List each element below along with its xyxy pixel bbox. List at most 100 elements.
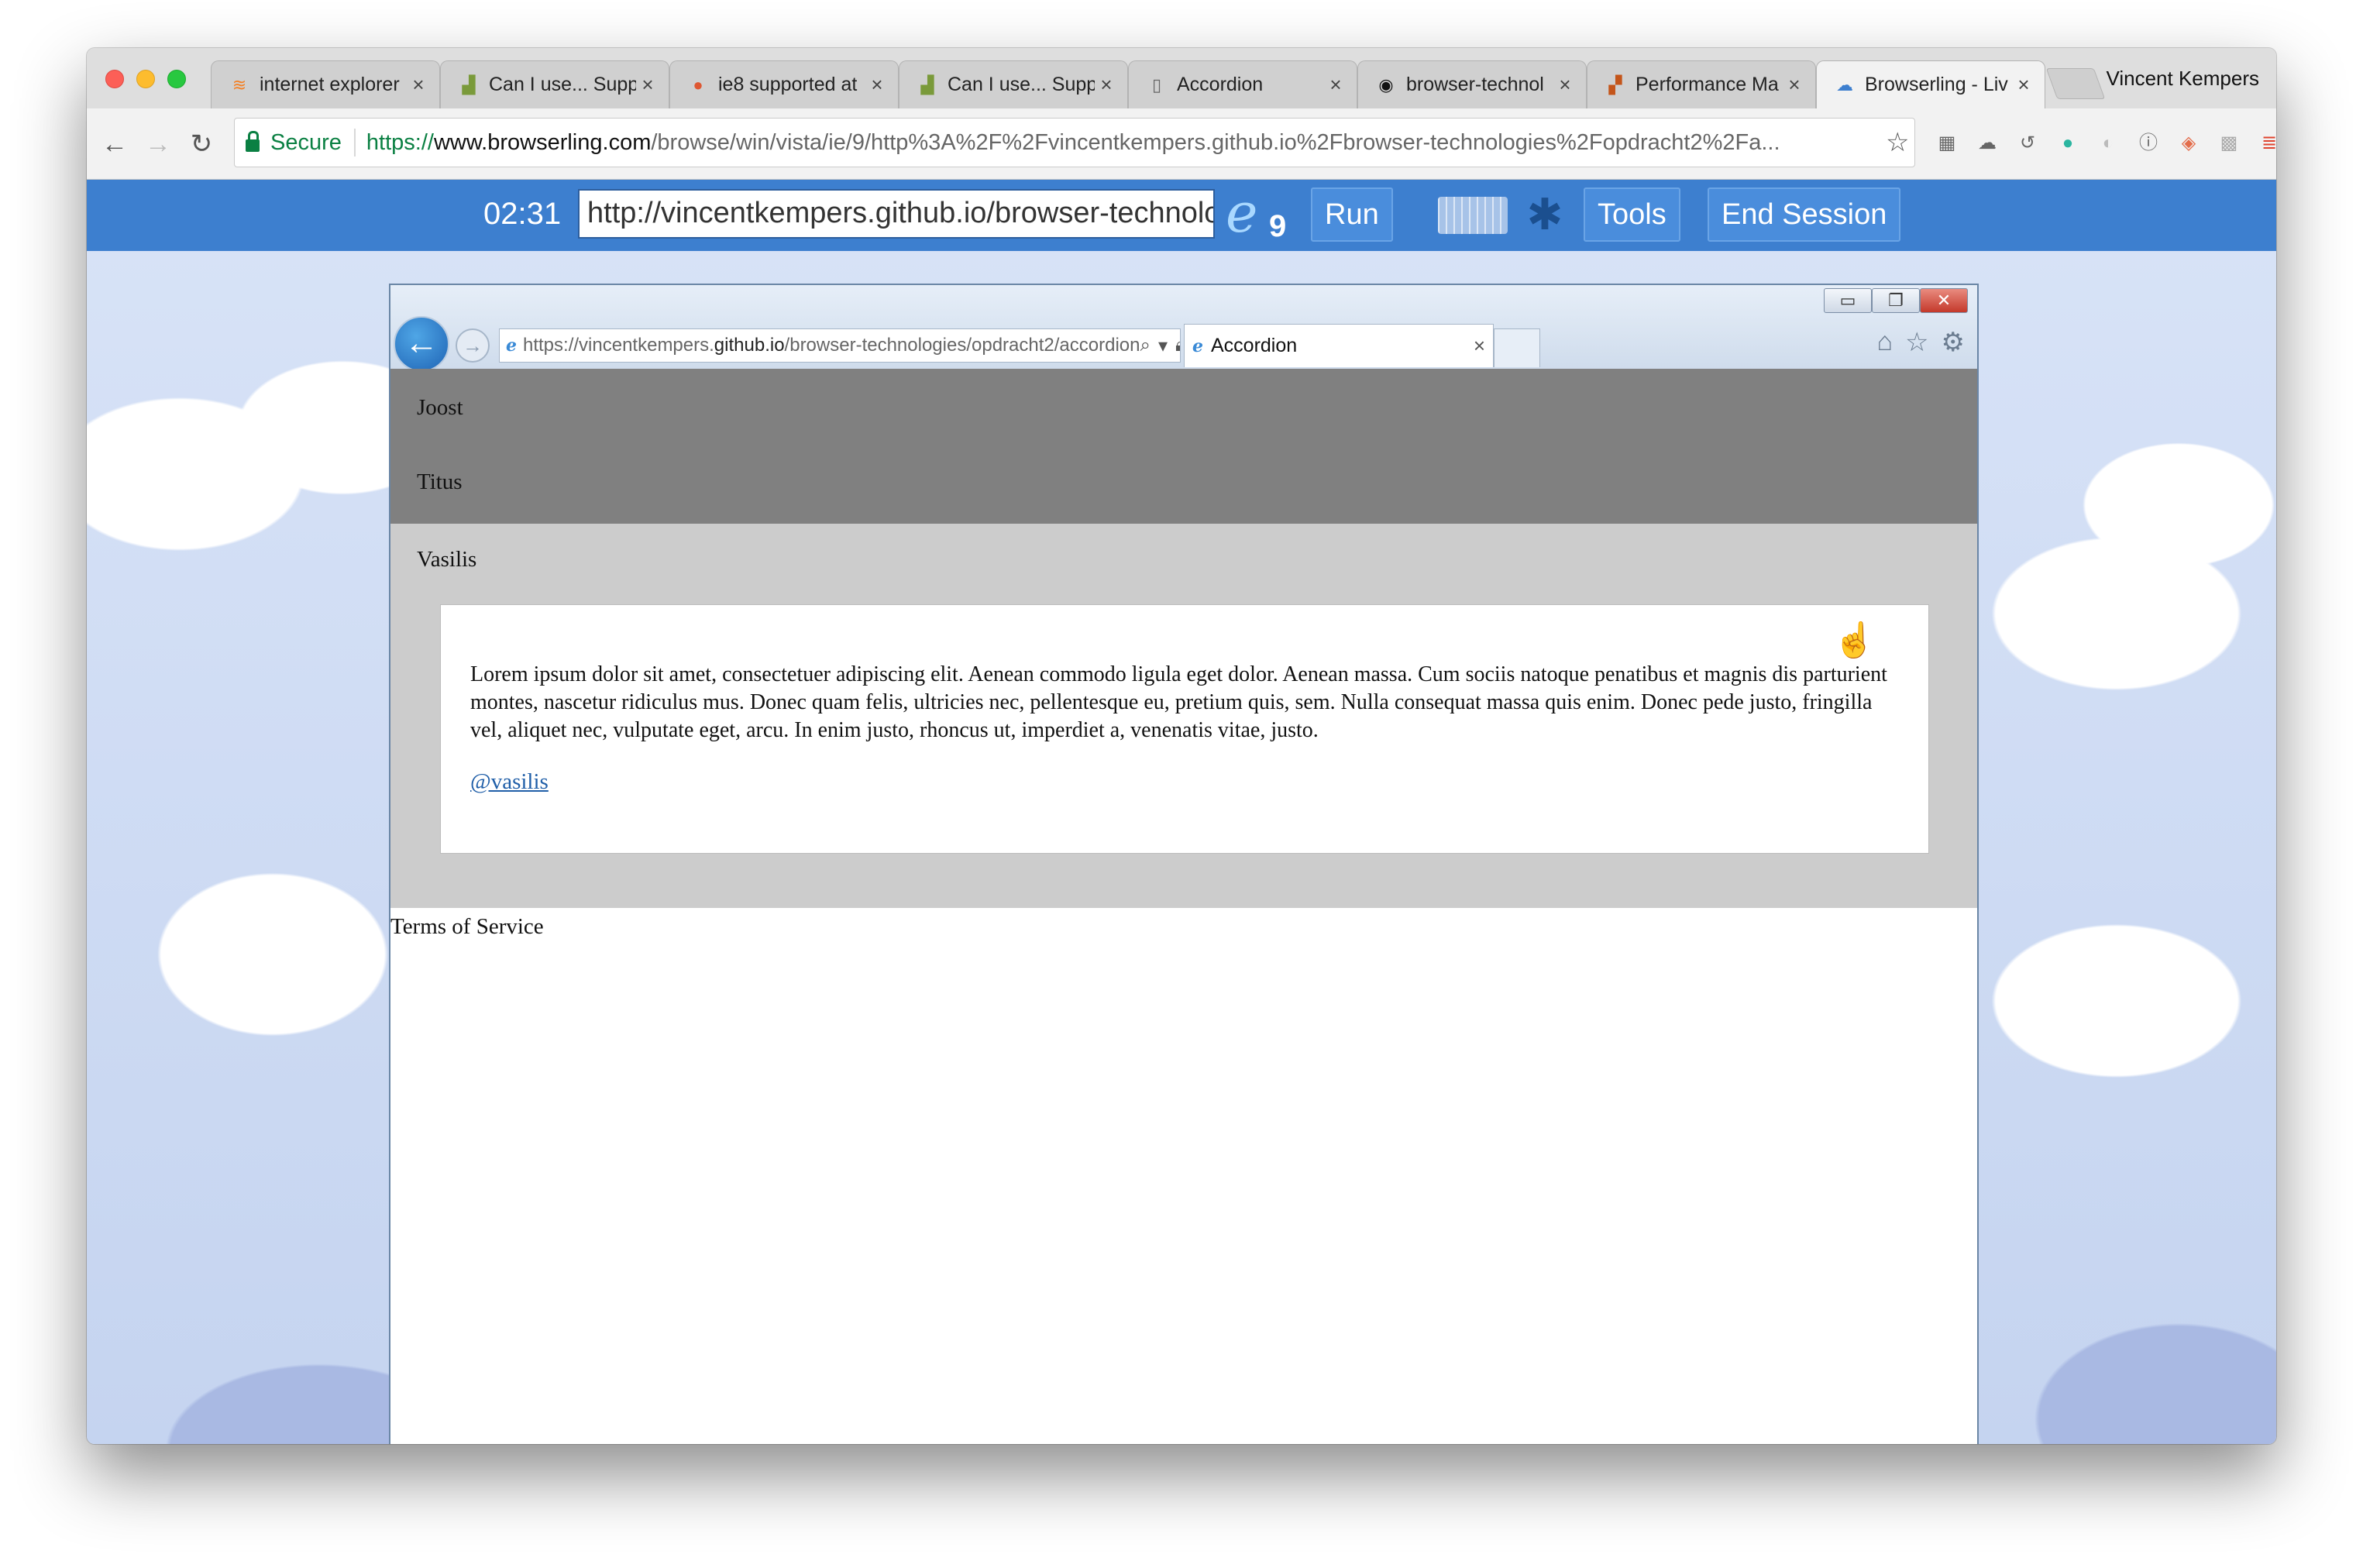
profile-name[interactable]: Vincent Kempers	[2106, 67, 2259, 91]
keyboard-icon[interactable]	[1438, 197, 1508, 234]
caniuse-icon: ▟	[920, 74, 934, 95]
document-icon: ▯	[1151, 74, 1162, 95]
tab-title: Performance Ma	[1636, 74, 1779, 95]
browser-tab[interactable]: ▯ Accordion ×	[1128, 60, 1357, 108]
extension-icon[interactable]: ●	[2055, 130, 2081, 156]
close-tab-icon[interactable]: ×	[1553, 73, 1577, 97]
github-icon: ◉	[1378, 74, 1394, 95]
tab-title: Can I use... Supp	[489, 74, 636, 95]
hand-cursor-icon: ☝	[1833, 621, 1876, 659]
ie-restore-button[interactable]: ❐	[1872, 288, 1920, 313]
close-tab-icon[interactable]: ×	[407, 73, 430, 97]
accordion-item-label: Vasilis	[417, 547, 477, 572]
ie-forward-icon[interactable]: →	[456, 328, 490, 363]
close-tab-icon[interactable]: ×	[2012, 73, 2035, 97]
minimize-window-button[interactable]	[136, 70, 155, 88]
maximize-window-button[interactable]	[167, 70, 186, 88]
ie-minimize-button[interactable]: ▭	[1824, 288, 1872, 313]
ie-window: ▭ ❐ ✕ ← → e https:// vincentkempers. git…	[389, 284, 1979, 1444]
extension-icon[interactable]: ▩	[2216, 130, 2242, 156]
run-button[interactable]: Run	[1311, 187, 1393, 242]
browser-toolbar: ← → ↻ Secure https:// www.browserling.co…	[87, 108, 2276, 180]
cloud-icon[interactable]: ☁	[1974, 130, 2000, 156]
bug-icon[interactable]: ✱	[1522, 189, 1568, 240]
browser-tab[interactable]: ▟ Can I use... Supp ×	[899, 60, 1128, 108]
browser-tab[interactable]: ◉ browser-technol ×	[1357, 60, 1587, 108]
vasilis-link[interactable]: @vasilis	[470, 769, 549, 795]
browserling-icon: ☁	[1836, 74, 1853, 95]
tab-title: browser-technol	[1406, 74, 1544, 95]
ie-address-icons: ⌕ ▾ 🔒︎ ↻	[1140, 335, 1180, 357]
browser-tab[interactable]: ● ie8 supported at ×	[669, 60, 899, 108]
info-icon[interactable]: ⓘ	[2135, 130, 2162, 156]
forward-arrow-icon[interactable]: →	[141, 127, 175, 161]
browser-tab[interactable]: ▟ Can I use... Supp ×	[440, 60, 669, 108]
close-window-button[interactable]	[105, 70, 124, 88]
lock-icon	[246, 131, 260, 152]
ie-page-icon: e	[1192, 335, 1203, 356]
tools-button[interactable]: Tools	[1584, 187, 1680, 242]
ie-tab-title: Accordion	[1211, 335, 1298, 356]
accordion-item-label: Titus	[417, 469, 463, 494]
duckduckgo-icon: ●	[693, 74, 703, 95]
ie-tool-icons: ⌂ ☆ ⚙	[1876, 327, 1965, 358]
extension-icon[interactable]: ◐	[2095, 130, 2121, 156]
accordion-item-titus[interactable]: Titus	[390, 443, 1977, 524]
browserling-url-input[interactable]: http://vincentkempers.github.io/browser-…	[578, 189, 1215, 239]
reload-icon[interactable]: ↻	[184, 127, 218, 161]
url-host: www.browserling.com	[433, 129, 652, 155]
extension-icon[interactable]: ≣	[2256, 130, 2276, 156]
accordion-panel: Lorem ipsum dolor sit amet, consectetuer…	[440, 604, 1929, 854]
accordion-item-vasilis[interactable]: Vasilis Lorem ipsum dolor sit amet, cons…	[390, 524, 1977, 908]
ie-close-button[interactable]: ✕	[1920, 288, 1968, 313]
ie-back-icon[interactable]: ←	[394, 316, 449, 372]
url-scheme: https://	[366, 129, 434, 155]
caniuse-icon: ▟	[462, 74, 476, 95]
secure-label: Secure	[270, 129, 342, 155]
end-session-button[interactable]: End Session	[1708, 187, 1901, 242]
terms-of-service-link[interactable]: Terms of Service	[390, 914, 544, 940]
accordion-item-joost[interactable]: Joost	[390, 369, 1977, 449]
ie-e-glyph: e	[1226, 181, 1258, 245]
browser-tab[interactable]: ≋ internet explorer ×	[211, 60, 440, 108]
ie-url-host-pre: vincentkempers.	[579, 335, 714, 356]
close-tab-icon[interactable]: ×	[1324, 73, 1347, 97]
chevron-down-icon[interactable]: ▾	[1158, 335, 1168, 357]
ie-address-bar[interactable]: e https:// vincentkempers. github.io /br…	[499, 328, 1181, 363]
gear-icon[interactable]: ⚙	[1942, 327, 1965, 358]
mdn-icon: ▞	[1608, 74, 1622, 95]
browserling-page: 02:31 http://vincentkempers.github.io/br…	[87, 180, 2276, 1444]
ie-url-scheme: https://	[523, 335, 580, 356]
tab-title: ie8 supported at	[718, 74, 858, 95]
close-icon[interactable]: ×	[1474, 334, 1485, 358]
favorites-star-icon[interactable]: ☆	[1905, 327, 1928, 358]
close-tab-icon[interactable]: ×	[1095, 73, 1118, 97]
ie-page-icon: e	[506, 335, 517, 356]
extension-icon[interactable]: ▦	[1934, 130, 1960, 156]
tab-strip: ≋ internet explorer × ▟ Can I use... Sup…	[87, 48, 2276, 108]
omnibox[interactable]: Secure https:// www.browserling.com /bro…	[234, 118, 1915, 167]
tab-title: Browserling - Liv	[1865, 74, 2008, 95]
back-arrow-icon[interactable]: ←	[98, 127, 132, 161]
ie-new-tab-button[interactable]	[1494, 328, 1540, 367]
close-tab-icon[interactable]: ×	[865, 73, 889, 97]
new-tab-button[interactable]	[2045, 68, 2106, 99]
close-tab-icon[interactable]: ×	[636, 73, 659, 97]
browser-tab[interactable]: ▞ Performance Ma ×	[1587, 60, 1816, 108]
close-tab-icon[interactable]: ×	[1783, 73, 1806, 97]
chrome-window: ≋ internet explorer × ▟ Can I use... Sup…	[87, 48, 2276, 1444]
accordion-item-label: Joost	[417, 395, 463, 420]
ie-version: 9	[1269, 209, 1287, 243]
omnibox-divider	[353, 129, 356, 156]
accordion-panel-text: Lorem ipsum dolor sit amet, consectetuer…	[470, 662, 1887, 742]
home-icon[interactable]: ⌂	[1876, 327, 1893, 358]
browser-tab-active[interactable]: ☁ Browserling - Liv ×	[1816, 60, 2045, 108]
lock-icon[interactable]: 🔒︎	[1175, 335, 1180, 357]
session-timer: 02:31	[483, 197, 562, 231]
sync-icon[interactable]: ↺	[2014, 130, 2041, 156]
extension-icon[interactable]: ◈	[2176, 130, 2202, 156]
bookmark-star-icon[interactable]: ☆	[1886, 127, 1909, 158]
ie-url-host: github.io	[714, 335, 785, 356]
ie-tab[interactable]: e Accordion ×	[1184, 324, 1494, 367]
search-icon[interactable]: ⌕	[1140, 335, 1150, 357]
